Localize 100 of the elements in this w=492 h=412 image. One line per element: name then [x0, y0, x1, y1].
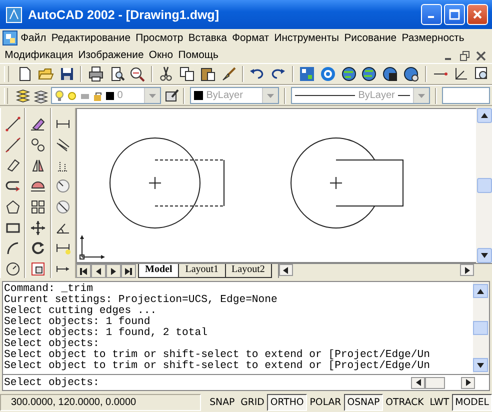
right-arrow-icon[interactable]	[464, 379, 472, 386]
close-button[interactable]	[467, 4, 488, 26]
status-toggle[interactable]: ORTHO	[267, 394, 307, 412]
command-history-line: Select objects:	[4, 339, 100, 350]
maximize-button[interactable]	[444, 4, 465, 26]
restore-icon[interactable]	[460, 50, 470, 61]
magnifier-icon[interactable]	[129, 66, 146, 82]
mirror-icon[interactable]	[30, 157, 46, 174]
status-toggle[interactable]: POLAR	[306, 394, 344, 412]
circle-icon[interactable]	[4, 261, 21, 278]
scale-icon[interactable]	[30, 261, 46, 278]
down-arrow-icon[interactable]	[477, 362, 484, 369]
layers-icon[interactable]	[32, 88, 49, 104]
menu-item[interactable]: Инструменты	[272, 32, 342, 45]
aligned-dimension-icon[interactable]	[55, 136, 72, 153]
scroll-thumb[interactable]	[425, 376, 445, 389]
last-tab-button[interactable]	[121, 264, 136, 278]
command-history-line: Current settings: Projection=UCS, Edge=None	[4, 295, 278, 306]
menu-item[interactable]: Файл	[18, 32, 49, 45]
menu-item[interactable]: Редактирование	[48, 32, 134, 45]
minimize-button[interactable]	[421, 4, 442, 26]
radius-dimension-icon[interactable]	[55, 178, 72, 194]
layout-tab[interactable]: Model	[138, 264, 180, 278]
left-arrow-icon[interactable]	[95, 268, 102, 275]
status-toggle[interactable]: LWT	[426, 394, 452, 412]
rotate-icon[interactable]	[30, 240, 46, 256]
array-icon[interactable]	[30, 198, 46, 215]
diameter-dimension-icon[interactable]	[55, 198, 72, 215]
command-history-line: Select cutting edges ...	[4, 306, 158, 318]
scroll-down-button[interactable]	[476, 248, 492, 264]
first-tab-button[interactable]	[76, 264, 91, 278]
right-arrow-icon[interactable]	[464, 266, 470, 274]
linetype-value: ByLayer	[358, 90, 395, 102]
ucs-icon[interactable]	[452, 66, 469, 82]
scroll-right-button[interactable]	[461, 376, 475, 389]
drawing-icon[interactable]	[2, 30, 18, 46]
polygon-icon[interactable]	[4, 198, 21, 215]
menu-item[interactable]: Рисование	[342, 32, 400, 45]
close-icon[interactable]	[476, 50, 486, 61]
print-preview-icon[interactable]	[108, 66, 125, 82]
layout-tab[interactable]: Layout1	[178, 264, 226, 278]
layout-tab[interactable]: Layout2	[224, 264, 272, 278]
command-history-line: Select objects: 1 found	[4, 317, 150, 328]
next-tab-button[interactable]	[106, 264, 121, 278]
up-arrow-icon[interactable]	[477, 288, 484, 295]
ucs-axes-icon	[80, 235, 105, 260]
close-icon	[472, 9, 483, 20]
menu-item[interactable]: Просмотр	[133, 32, 186, 45]
open-folder-icon[interactable]	[38, 66, 54, 82]
left-arrow-icon[interactable]	[414, 379, 422, 386]
menu-item[interactable]: Размерность	[399, 32, 467, 45]
status-toggle[interactable]: GRID	[238, 394, 268, 412]
app-icon	[6, 6, 22, 23]
construction-line-icon[interactable]	[4, 136, 21, 153]
scroll-left-button[interactable]	[278, 264, 293, 276]
first-icon[interactable]	[80, 268, 87, 275]
layers-icon[interactable]	[15, 88, 32, 104]
make-current-icon[interactable]	[164, 88, 180, 104]
color-swatch-icon	[106, 92, 114, 100]
padlock-icon	[93, 90, 104, 101]
status-toggle[interactable]: SNAP	[206, 394, 238, 412]
scroll-up-button[interactable]	[473, 284, 488, 298]
scroll-thumb[interactable]	[473, 321, 488, 336]
menu-item[interactable]: Вставка	[186, 32, 230, 45]
new-file-icon[interactable]	[17, 66, 34, 82]
status-toggle[interactable]: OTRACK	[382, 394, 427, 412]
copy-object-icon[interactable]	[30, 136, 46, 153]
menu-item[interactable]: Модификация	[2, 49, 76, 62]
save-icon[interactable]	[58, 66, 75, 82]
menu-item[interactable]: Изображение	[76, 49, 146, 62]
menu-item[interactable]: Формат	[230, 32, 272, 45]
paintbrush-icon[interactable]	[220, 66, 237, 82]
color-swatch-icon	[194, 91, 204, 100]
scroll-left-button[interactable]	[411, 376, 425, 389]
scissors-icon[interactable]	[158, 66, 174, 82]
previous-tab-button[interactable]	[91, 264, 106, 278]
properties-icon[interactable]	[299, 66, 315, 82]
status-toggle[interactable]: OSNAP	[344, 394, 383, 412]
command-input-field[interactable]: Select objects:	[3, 376, 411, 389]
scroll-down-button[interactable]	[473, 358, 488, 372]
polyline-icon[interactable]	[4, 157, 21, 174]
crosshair-mark	[330, 176, 342, 190]
down-arrow-icon[interactable]	[480, 252, 488, 260]
scroll-up-button[interactable]	[476, 108, 492, 124]
scroll-thumb[interactable]	[476, 178, 492, 194]
menu-item[interactable]: Окно	[146, 49, 176, 62]
status-toggle[interactable]: MODEL	[452, 394, 492, 412]
last-icon[interactable]	[125, 268, 132, 275]
command-history-line: Select objects: 1 found, 2 total	[4, 328, 208, 340]
paste-icon[interactable]	[200, 66, 216, 82]
arc-icon[interactable]	[4, 240, 21, 256]
line-icon[interactable]	[4, 116, 21, 132]
eraser-icon[interactable]	[30, 116, 46, 132]
up-arrow-icon[interactable]	[480, 112, 488, 120]
left-arrow-icon[interactable]	[282, 266, 290, 274]
scroll-right-button[interactable]	[460, 264, 474, 276]
right-arrow-icon[interactable]	[110, 268, 117, 275]
copy-icon[interactable]	[178, 66, 195, 82]
menu-item[interactable]: Помощь	[176, 49, 221, 62]
move-icon[interactable]	[30, 220, 46, 236]
